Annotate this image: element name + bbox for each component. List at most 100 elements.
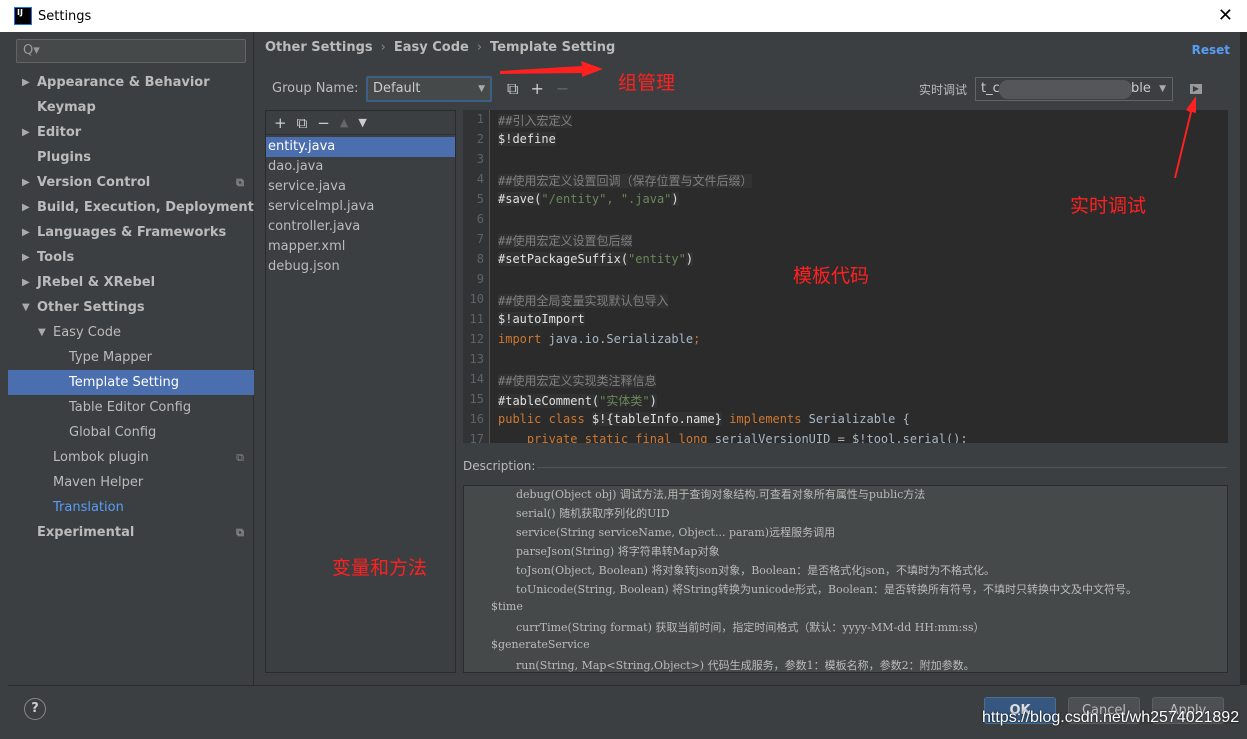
sidebar-item[interactable]: ▶ Version Control ⧉ — [8, 170, 254, 195]
line-number: 8 — [476, 252, 484, 266]
file-list-item[interactable]: entity.java — [266, 137, 455, 157]
code-token: ) — [649, 394, 657, 408]
chevron-right-icon[interactable]: ▶ — [22, 195, 30, 220]
move-down-icon[interactable]: ▼ — [358, 116, 366, 129]
sidebar-item-label: Easy Code — [53, 325, 122, 340]
line-number: 7 — [476, 232, 484, 246]
sidebar-item[interactable]: Experimental ⧉ — [8, 520, 254, 545]
sidebar-item[interactable]: Keymap — [8, 95, 254, 120]
breadcrumb-item[interactable]: Other Settings — [265, 40, 373, 55]
sidebar-item-label: Version Control — [37, 175, 151, 190]
remove-file-icon[interactable]: − — [317, 114, 330, 132]
chevron-down-icon: ▼ — [1159, 84, 1166, 94]
watermark: https://blog.csdn.net/wh2574021892 — [982, 709, 1240, 726]
file-list-item[interactable]: mapper.xml — [266, 237, 455, 257]
sidebar-item[interactable]: Lombok plugin ⧉ — [8, 445, 254, 470]
chevron-down-icon: ▼ — [478, 84, 485, 94]
group-name-label: Group Name: — [272, 81, 359, 96]
file-list-item[interactable]: dao.java — [266, 157, 455, 177]
code-token: ; — [693, 332, 701, 346]
line-number: 13 — [469, 352, 484, 366]
remove-group-icon[interactable]: − — [556, 79, 569, 99]
sidebar-item-label: Table Editor Config — [69, 400, 192, 415]
reset-link[interactable]: Reset — [1192, 43, 1230, 57]
chevron-right-icon[interactable]: ▶ — [22, 120, 30, 145]
sidebar-item[interactable]: Translation — [8, 495, 254, 520]
sidebar-item[interactable]: Maven Helper — [8, 470, 254, 495]
realtime-table-select[interactable]: t_c ble ▼ — [975, 77, 1173, 101]
sidebar-item[interactable]: ▶ JRebel & XRebel — [8, 270, 254, 295]
table-value-start: t_c — [981, 81, 1000, 96]
chevron-down-icon[interactable]: ▼ — [22, 295, 30, 320]
code-line: public class $!{tableInfo.name} implemen… — [498, 412, 910, 426]
description-line: parseJson(String) 将字符串转Map对象 — [516, 545, 720, 558]
code-line: ##使用宏定义设置回调（保存位置与文件后缀） — [498, 172, 753, 189]
template-file-list: + ⧉ − ▲ ▼ entity.java dao.java service.jav… — [265, 110, 456, 673]
code-token: #tableComment( — [498, 394, 600, 408]
code-token: ##引入宏定义 — [498, 114, 573, 128]
annotation-vars: 变量和方法 — [332, 557, 428, 579]
code-token: $!define — [498, 132, 556, 146]
sidebar-item-label: Keymap — [37, 100, 96, 115]
line-number: 10 — [469, 292, 484, 306]
sidebar-item[interactable]: Global Config — [8, 420, 254, 445]
file-list-item[interactable]: controller.java — [266, 217, 455, 237]
sidebar-item[interactable]: ▼ Other Settings — [8, 295, 254, 320]
line-number: 1 — [476, 112, 484, 126]
description-label: Description: — [463, 459, 536, 473]
code-token: ) — [685, 252, 694, 266]
group-name-select[interactable]: Default ▼ — [366, 76, 492, 102]
copy-file-icon[interactable]: ⧉ — [297, 114, 308, 132]
close-icon[interactable]: ✕ — [1218, 5, 1233, 26]
code-token: $!autoImport — [498, 312, 585, 326]
sidebar-item-label: Plugins — [37, 150, 91, 165]
chevron-down-icon[interactable]: ▼ — [38, 320, 46, 345]
code-line: ##使用宏定义设置包后缀 — [498, 232, 633, 249]
realtime-debug-label: 实时调试 — [919, 83, 968, 97]
template-setting-panel: Other Settings › Easy Code › Template Settin… — [255, 32, 1240, 685]
move-up-icon[interactable]: ▲ — [340, 116, 348, 129]
copy-group-icon[interactable]: ⧉ — [507, 79, 518, 99]
description-line: currTime(String format) 获取当前时间，指定时间格式（默认… — [516, 621, 985, 634]
group-toolbar: ⧉ + − — [507, 79, 569, 99]
sidebar-item[interactable]: Table Editor Config — [8, 395, 254, 420]
code-token: #save( — [498, 192, 542, 206]
code-token: public class — [498, 412, 592, 426]
file-list-item[interactable]: service.java — [266, 177, 455, 197]
code-token: ) — [671, 192, 679, 206]
sidebar-item[interactable]: Template Setting — [8, 370, 254, 395]
add-file-icon[interactable]: + — [274, 114, 287, 132]
sidebar-item-label: Template Setting — [69, 375, 179, 390]
sidebar-item[interactable]: ▶ Appearance & Behavior — [8, 70, 254, 95]
run-debug-icon[interactable]: ▶ — [1190, 84, 1202, 94]
chevron-right-icon[interactable]: ▶ — [22, 220, 30, 245]
sidebar-item[interactable]: ▶ Tools — [8, 245, 254, 270]
chevron-right-icon[interactable]: ▶ — [22, 70, 30, 95]
settings-search-input[interactable]: Q▾ — [16, 39, 246, 63]
code-token: import — [498, 332, 549, 346]
breadcrumb-item[interactable]: Easy Code — [394, 40, 469, 55]
code-line: import java.io.Serializable; — [498, 332, 700, 346]
sidebar-item[interactable]: ▶ Editor — [8, 120, 254, 145]
sidebar-item[interactable]: ▶ Languages & Frameworks — [8, 220, 254, 245]
project-settings-icon: ⧉ — [236, 176, 244, 189]
help-button[interactable]: ? — [24, 698, 46, 720]
file-list-item[interactable]: serviceImpl.java — [266, 197, 455, 217]
code-token: java.io.Serializable — [548, 332, 694, 346]
add-group-icon[interactable]: + — [530, 79, 543, 99]
chevron-right-icon[interactable]: ▶ — [22, 245, 30, 270]
chevron-right-icon[interactable]: ▶ — [22, 270, 30, 295]
window-edge — [1240, 32, 1247, 685]
sidebar-item[interactable]: ▶ Build, Execution, Deployment — [8, 195, 254, 220]
chevron-right-icon[interactable]: ▶ — [22, 170, 30, 195]
sidebar-item[interactable]: ▼ Easy Code — [8, 320, 254, 345]
line-number: 15 — [469, 392, 484, 406]
annotation-group: 组管理 — [618, 72, 676, 94]
line-number: 16 — [469, 412, 484, 426]
sidebar-item[interactable]: Plugins — [8, 145, 254, 170]
sidebar-item[interactable]: Type Mapper — [8, 345, 254, 370]
sidebar-item-label: Translation — [53, 500, 124, 515]
sidebar-item-label: Other Settings — [37, 300, 145, 315]
file-list-item[interactable]: debug.json — [266, 257, 455, 277]
title-bar: IJ Settings ✕ — [0, 0, 1247, 32]
